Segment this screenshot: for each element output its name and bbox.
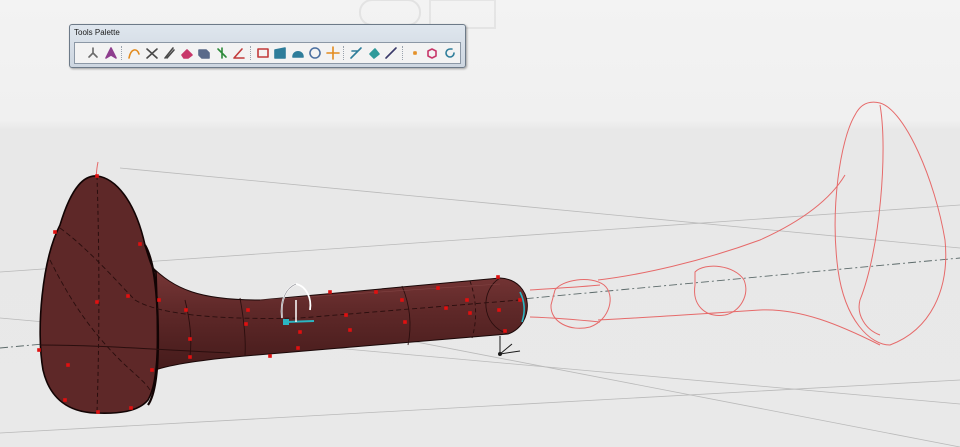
control-point[interactable] bbox=[400, 298, 404, 302]
control-point[interactable] bbox=[95, 300, 99, 304]
control-point[interactable] bbox=[497, 308, 501, 312]
line-icon[interactable] bbox=[383, 45, 399, 61]
control-point[interactable] bbox=[138, 242, 142, 246]
control-point[interactable] bbox=[436, 286, 440, 290]
control-point[interactable] bbox=[298, 330, 302, 334]
control-point[interactable] bbox=[244, 322, 248, 326]
control-point[interactable] bbox=[503, 329, 507, 333]
sketch-curve-icon[interactable] bbox=[126, 45, 142, 61]
control-point[interactable] bbox=[66, 363, 70, 367]
tools-palette-window[interactable]: Tools Palette bbox=[69, 24, 466, 68]
control-point[interactable] bbox=[63, 398, 67, 402]
palette-title: Tools Palette bbox=[74, 28, 120, 37]
ruler-pen-icon[interactable] bbox=[348, 45, 364, 61]
axis-system-icon[interactable] bbox=[85, 45, 101, 61]
dome-icon[interactable] bbox=[290, 45, 306, 61]
control-point[interactable] bbox=[444, 306, 448, 310]
compass-icon[interactable] bbox=[103, 45, 119, 61]
control-point[interactable] bbox=[296, 346, 300, 350]
control-point[interactable] bbox=[403, 320, 407, 324]
surface-patch-icon[interactable] bbox=[272, 45, 288, 61]
control-point[interactable] bbox=[95, 174, 99, 178]
control-point[interactable] bbox=[246, 308, 250, 312]
control-point[interactable] bbox=[374, 290, 378, 294]
move-arrows-icon[interactable] bbox=[325, 45, 341, 61]
eraser-icon[interactable] bbox=[179, 45, 195, 61]
control-point[interactable] bbox=[37, 348, 41, 352]
control-point[interactable] bbox=[344, 313, 348, 317]
control-point[interactable] bbox=[188, 355, 192, 359]
refresh-icon[interactable] bbox=[442, 45, 458, 61]
toolbar-separator bbox=[343, 46, 346, 60]
tweezers-icon[interactable] bbox=[161, 45, 177, 61]
control-point[interactable] bbox=[268, 354, 272, 358]
control-point[interactable] bbox=[129, 406, 133, 410]
control-point[interactable] bbox=[150, 368, 154, 372]
scissors-icon[interactable] bbox=[144, 45, 160, 61]
control-point[interactable] bbox=[348, 328, 352, 332]
control-point[interactable] bbox=[126, 294, 130, 298]
point-icon[interactable] bbox=[407, 45, 423, 61]
control-point[interactable] bbox=[188, 337, 192, 341]
angle-tool-icon[interactable] bbox=[231, 45, 247, 61]
snap-point-icon[interactable] bbox=[214, 45, 230, 61]
solid-box-icon[interactable] bbox=[196, 45, 212, 61]
control-point[interactable] bbox=[53, 230, 57, 234]
toolbar-separator bbox=[401, 46, 405, 60]
control-point[interactable] bbox=[465, 298, 469, 302]
control-point[interactable] bbox=[157, 298, 161, 302]
control-point[interactable] bbox=[518, 298, 522, 302]
cube-view-icon[interactable] bbox=[424, 45, 440, 61]
sphere-tool-icon[interactable] bbox=[307, 45, 323, 61]
select-rectangle-icon[interactable] bbox=[255, 45, 271, 61]
control-point[interactable] bbox=[328, 290, 332, 294]
palette-toolbar bbox=[74, 42, 461, 64]
toolbar-separator bbox=[121, 46, 124, 60]
control-point[interactable] bbox=[96, 410, 100, 414]
toolbar-separator bbox=[249, 46, 253, 60]
control-point[interactable] bbox=[468, 311, 472, 315]
control-point[interactable] bbox=[184, 308, 188, 312]
control-point[interactable] bbox=[496, 275, 500, 279]
fill-icon[interactable] bbox=[366, 45, 382, 61]
